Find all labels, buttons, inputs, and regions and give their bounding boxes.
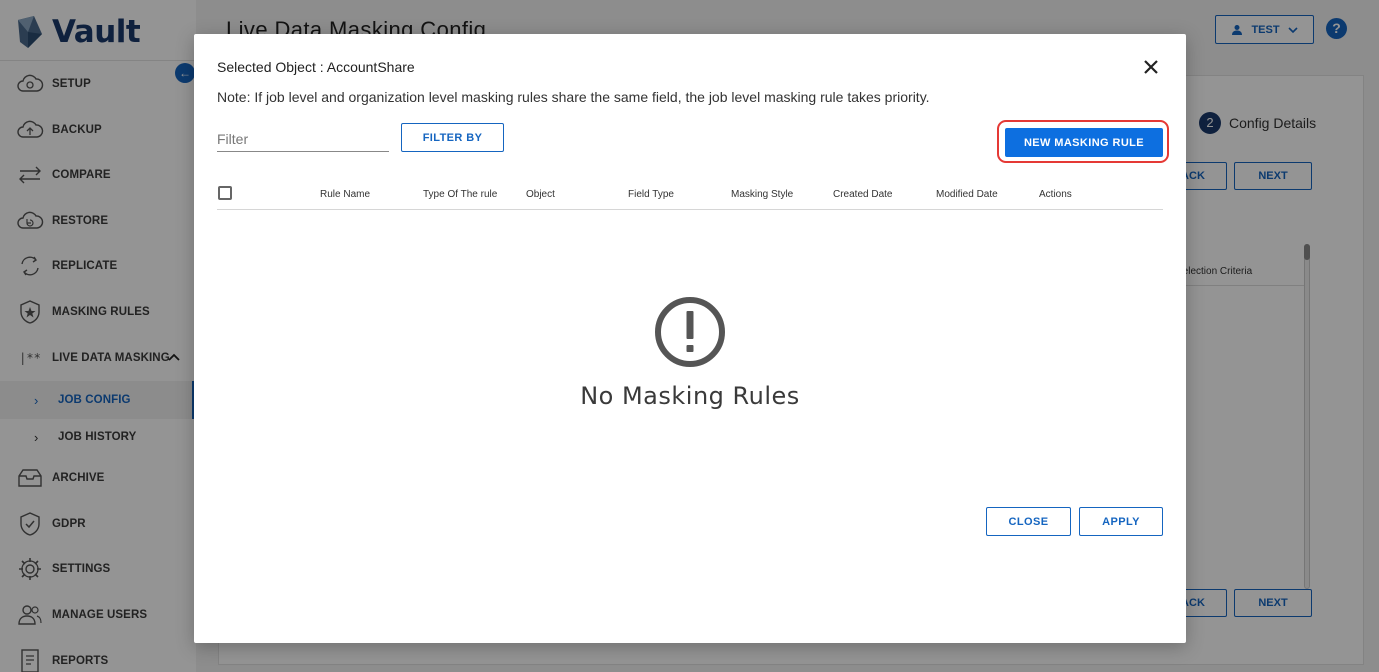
dialog-title: Selected Object : AccountShare — [217, 59, 415, 75]
column-header[interactable]: Type Of The rule — [423, 189, 497, 200]
column-header[interactable]: Object — [526, 189, 555, 200]
exclamation-circle-icon — [655, 297, 725, 367]
apply-button[interactable]: APPLY — [1079, 507, 1163, 536]
column-header[interactable]: Field Type — [628, 189, 674, 200]
rules-table-header: Rule Name Type Of The rule Object Field … — [217, 182, 1163, 210]
masking-rules-dialog: Selected Object : AccountShare Note: If … — [194, 34, 1186, 643]
column-header[interactable]: Created Date — [833, 189, 892, 200]
select-all-checkbox[interactable] — [218, 186, 232, 200]
close-button[interactable]: CLOSE — [986, 507, 1071, 536]
column-header[interactable]: Rule Name — [320, 189, 370, 200]
new-masking-rule-button[interactable]: NEW MASKING RULE — [1005, 128, 1163, 157]
empty-state-message: No Masking Rules — [580, 382, 800, 410]
column-header[interactable]: Masking Style — [731, 189, 793, 200]
column-header[interactable]: Actions — [1039, 189, 1072, 200]
filter-input[interactable] — [217, 126, 389, 152]
column-header[interactable]: Modified Date — [936, 189, 998, 200]
filter-by-button[interactable]: FILTER BY — [401, 123, 504, 152]
priority-note: Note: If job level and organization leve… — [217, 89, 930, 105]
close-icon[interactable] — [1140, 56, 1162, 78]
